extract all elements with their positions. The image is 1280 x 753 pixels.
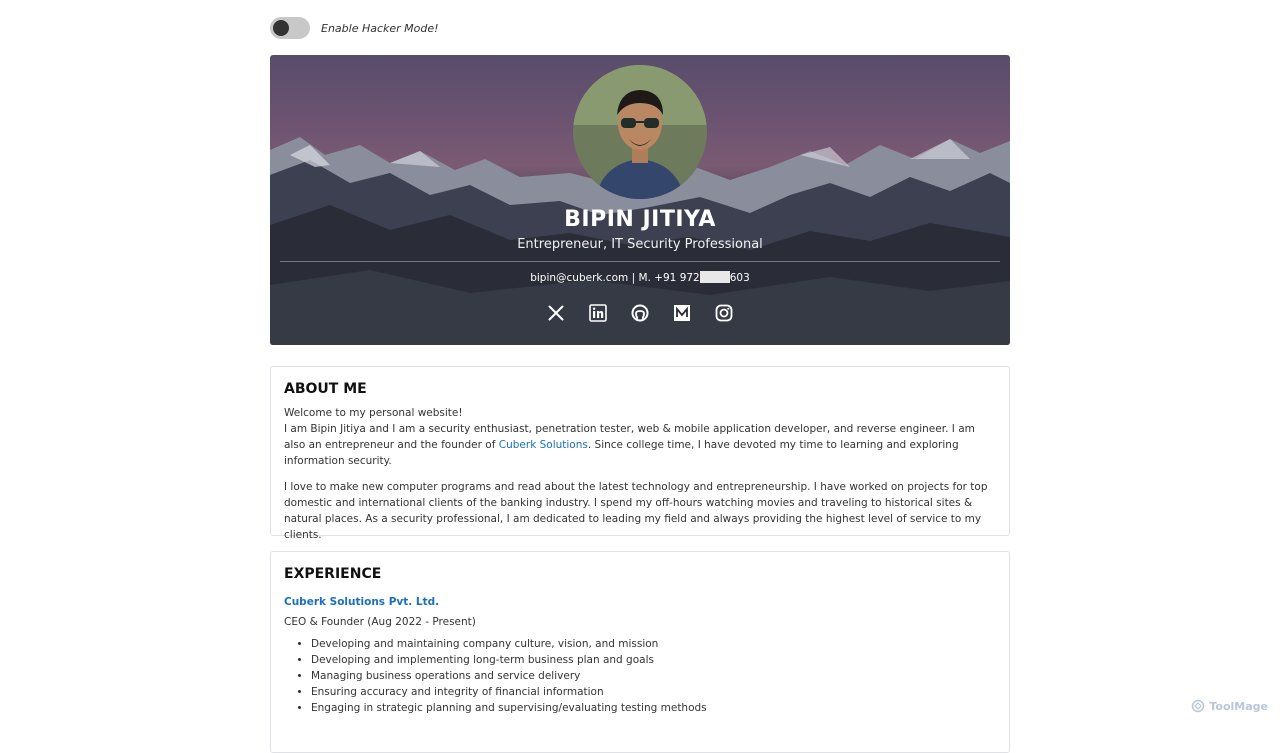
- about-me-card: ABOUT ME Welcome to my personal website!…: [270, 366, 1010, 541]
- profile-name: BIPIN JITIYA: [564, 207, 716, 232]
- hacker-mode-switch[interactable]: [270, 17, 310, 39]
- experience-role: CEO & Founder (Aug 2022 - Present): [284, 616, 476, 628]
- watermark-logo-icon: [1192, 699, 1205, 713]
- github-icon[interactable]: [630, 303, 650, 323]
- list-item: Engaging in strategic planning and super…: [311, 700, 996, 716]
- medium-icon[interactable]: [672, 303, 692, 323]
- contact-phone-prefix: | M. +91 972: [628, 272, 700, 284]
- list-item: Ensuring accuracy and integrity of finan…: [311, 684, 996, 700]
- watermark: ToolMage: [1191, 699, 1268, 713]
- switch-knob: [273, 20, 289, 36]
- about-welcome: Welcome to my personal website!: [284, 407, 463, 419]
- profile-header: BIPIN JITIYA Entrepreneur, IT Security P…: [270, 55, 1010, 345]
- list-item: Developing and maintaining company cultu…: [311, 636, 996, 652]
- linkedin-icon[interactable]: [588, 303, 608, 323]
- instagram-icon[interactable]: [714, 303, 734, 323]
- social-links: [270, 303, 1010, 323]
- experience-company-link[interactable]: Cuberk Solutions Pvt. Ltd.: [284, 596, 439, 608]
- experience-card: EXPERIENCE Cuberk Solutions Pvt. Ltd. CE…: [270, 551, 1010, 753]
- watermark-text: ToolMage: [1209, 699, 1268, 713]
- experience-responsibilities: Developing and maintaining company cultu…: [284, 636, 996, 716]
- list-item: Managing business operations and service…: [311, 668, 996, 684]
- list-item: Developing and implementing long-term bu…: [311, 652, 996, 668]
- phone-redaction: [699, 271, 730, 283]
- cuberk-solutions-link[interactable]: Cuberk Solutions: [499, 439, 588, 451]
- hacker-mode-label: Enable Hacker Mode!: [321, 21, 439, 35]
- profile-avatar: [573, 65, 707, 199]
- about-intro: Welcome to my personal website! I am Bip…: [284, 405, 996, 469]
- experience-heading: EXPERIENCE: [284, 566, 382, 582]
- header-divider: [280, 261, 1000, 262]
- contact-line: bipin@cuberk.com | M. +91 972 603: [270, 271, 1010, 284]
- contact-phone-suffix: 603: [729, 272, 750, 284]
- hacker-mode-toggle-row: Enable Hacker Mode!: [270, 16, 439, 40]
- contact-email[interactable]: bipin@cuberk.com: [530, 272, 628, 284]
- x-icon[interactable]: [546, 303, 566, 323]
- about-paragraph-2: I love to make new computer programs and…: [284, 481, 988, 541]
- profile-tagline: Entrepreneur, IT Security Professional: [517, 237, 763, 252]
- about-heading: ABOUT ME: [284, 381, 367, 397]
